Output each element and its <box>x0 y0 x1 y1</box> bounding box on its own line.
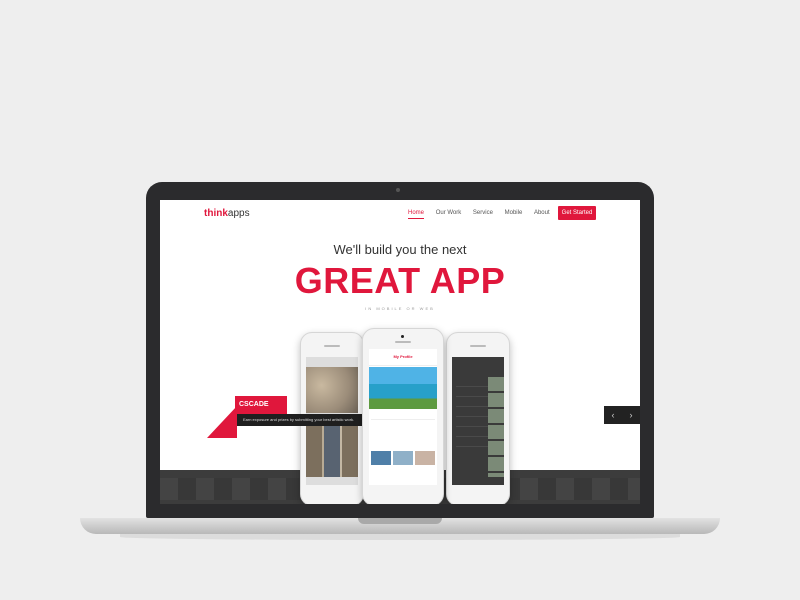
cat-photo <box>306 367 358 413</box>
feed-thumbnail <box>415 451 435 465</box>
phone-speaker <box>470 345 486 347</box>
chevron-right-icon[interactable]: › <box>625 409 637 421</box>
hero-tagline: IN MOBILE OR WEB <box>365 306 435 311</box>
phone-speaker <box>395 341 411 343</box>
nav-item-our-work[interactable]: Our Work <box>436 210 462 216</box>
laptop-shadow <box>120 534 680 540</box>
feed-thumbnail <box>371 451 391 465</box>
nav-item-home[interactable]: Home <box>408 210 425 219</box>
laptop-lid: thinkapps Home Our Work Service Mobile A… <box>146 182 654 518</box>
photo-strip <box>488 377 504 477</box>
island-photo <box>369 367 437 409</box>
hero-subtitle: We'll build you the next <box>333 242 467 257</box>
chevron-left-icon[interactable]: ‹ <box>607 409 619 421</box>
profile-title: My Profile <box>393 354 413 359</box>
nav-item-mobile[interactable]: Mobile <box>505 210 523 216</box>
logo[interactable]: thinkapps <box>204 208 250 219</box>
camera-icon <box>396 188 400 192</box>
top-nav: thinkapps Home Our Work Service Mobile A… <box>160 200 640 230</box>
callout-label: CSCADE <box>239 401 269 408</box>
slider-controls: ‹ › <box>604 406 640 424</box>
phone-camera-dot <box>401 335 404 338</box>
nav-item-about[interactable]: About <box>534 210 550 216</box>
nav-links: Home Our Work Service Mobile About <box>408 210 560 219</box>
logo-think: think <box>204 208 228 219</box>
laptop-base <box>80 518 720 534</box>
profile-header: My Profile <box>369 349 437 366</box>
get-started-button[interactable]: Get Started <box>558 206 596 220</box>
photo-tiles <box>306 417 358 477</box>
phone-right <box>446 332 510 504</box>
feed-thumbnail <box>393 451 413 465</box>
browser-screen: thinkapps Home Our Work Service Mobile A… <box>160 200 640 504</box>
laptop-notch <box>358 518 442 524</box>
profile-stats <box>371 411 435 420</box>
hero-title: GREAT APP <box>294 260 506 301</box>
phone-center: My Profile <box>362 328 444 504</box>
nav-item-service[interactable]: Service <box>473 210 493 216</box>
logo-apps: apps <box>227 208 250 219</box>
phone-right-screen <box>452 357 504 485</box>
feature-callout: CSCADE Earn exposure and prizes by submi… <box>207 396 393 442</box>
phone-center-screen: My Profile <box>369 349 437 485</box>
callout-triangle <box>207 406 237 438</box>
phone-speaker <box>324 345 340 347</box>
